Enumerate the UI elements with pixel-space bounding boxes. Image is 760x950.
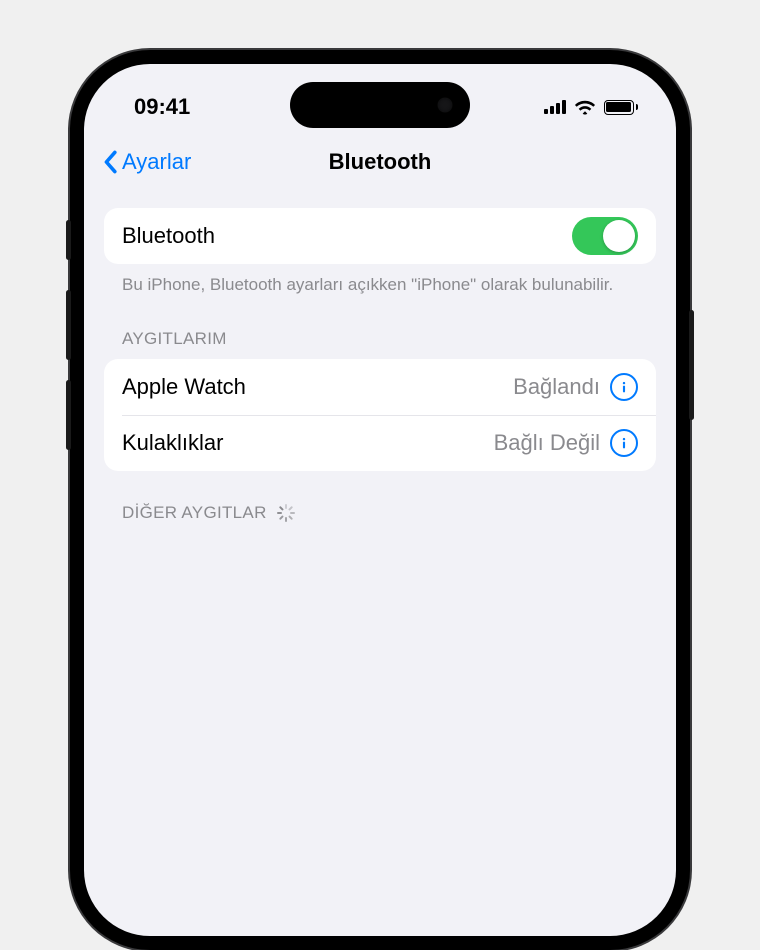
spinner-icon <box>277 504 295 522</box>
phone-frame: 09:41 Ayarlar <box>70 50 690 950</box>
side-button-power <box>689 310 694 420</box>
status-time: 09:41 <box>134 94 190 120</box>
other-devices-header-label: DİĞER AYGITLAR <box>122 503 267 523</box>
my-devices-header: AYGITLARIM <box>104 297 656 359</box>
back-label: Ayarlar <box>122 149 191 175</box>
bluetooth-toggle-row: Bluetooth <box>104 208 656 264</box>
my-devices-header-label: AYGITLARIM <box>122 329 227 349</box>
back-button[interactable]: Ayarlar <box>102 149 191 175</box>
side-button-volume-up <box>66 290 71 360</box>
device-row-apple-watch[interactable]: Apple Watch Bağlandı <box>104 359 656 415</box>
bluetooth-toggle-label: Bluetooth <box>122 223 215 249</box>
device-info-button[interactable] <box>610 373 638 401</box>
side-button-silence <box>66 220 71 260</box>
device-status: Bağlı Değil <box>494 430 600 456</box>
device-status: Bağlandı <box>513 374 600 400</box>
dynamic-island <box>290 82 470 128</box>
bluetooth-toggle-group: Bluetooth <box>104 208 656 264</box>
device-name: Apple Watch <box>122 374 246 400</box>
device-info-button[interactable] <box>610 429 638 457</box>
bluetooth-note: Bu iPhone, Bluetooth ayarları açıkken "i… <box>104 264 656 297</box>
screen: 09:41 Ayarlar <box>84 64 676 936</box>
device-name: Kulaklıklar <box>122 430 223 456</box>
toggle-knob <box>603 220 635 252</box>
info-icon <box>616 379 632 395</box>
other-devices-header: DİĞER AYGITLAR <box>104 471 656 533</box>
bluetooth-toggle[interactable] <box>572 217 638 255</box>
side-button-volume-down <box>66 380 71 450</box>
chevron-left-icon <box>102 150 118 174</box>
nav-bar: Ayarlar Bluetooth <box>84 136 676 188</box>
content: Bluetooth Bu iPhone, Bluetooth ayarları … <box>84 188 676 533</box>
device-row-headphones[interactable]: Kulaklıklar Bağlı Değil <box>122 415 656 471</box>
front-camera <box>438 98 452 112</box>
cellular-icon <box>544 100 566 114</box>
battery-icon <box>604 100 639 115</box>
wifi-icon <box>574 99 596 115</box>
stage: 09:41 Ayarlar <box>0 0 760 800</box>
info-icon <box>616 435 632 451</box>
my-devices-group: Apple Watch Bağlandı Kul <box>104 359 656 471</box>
